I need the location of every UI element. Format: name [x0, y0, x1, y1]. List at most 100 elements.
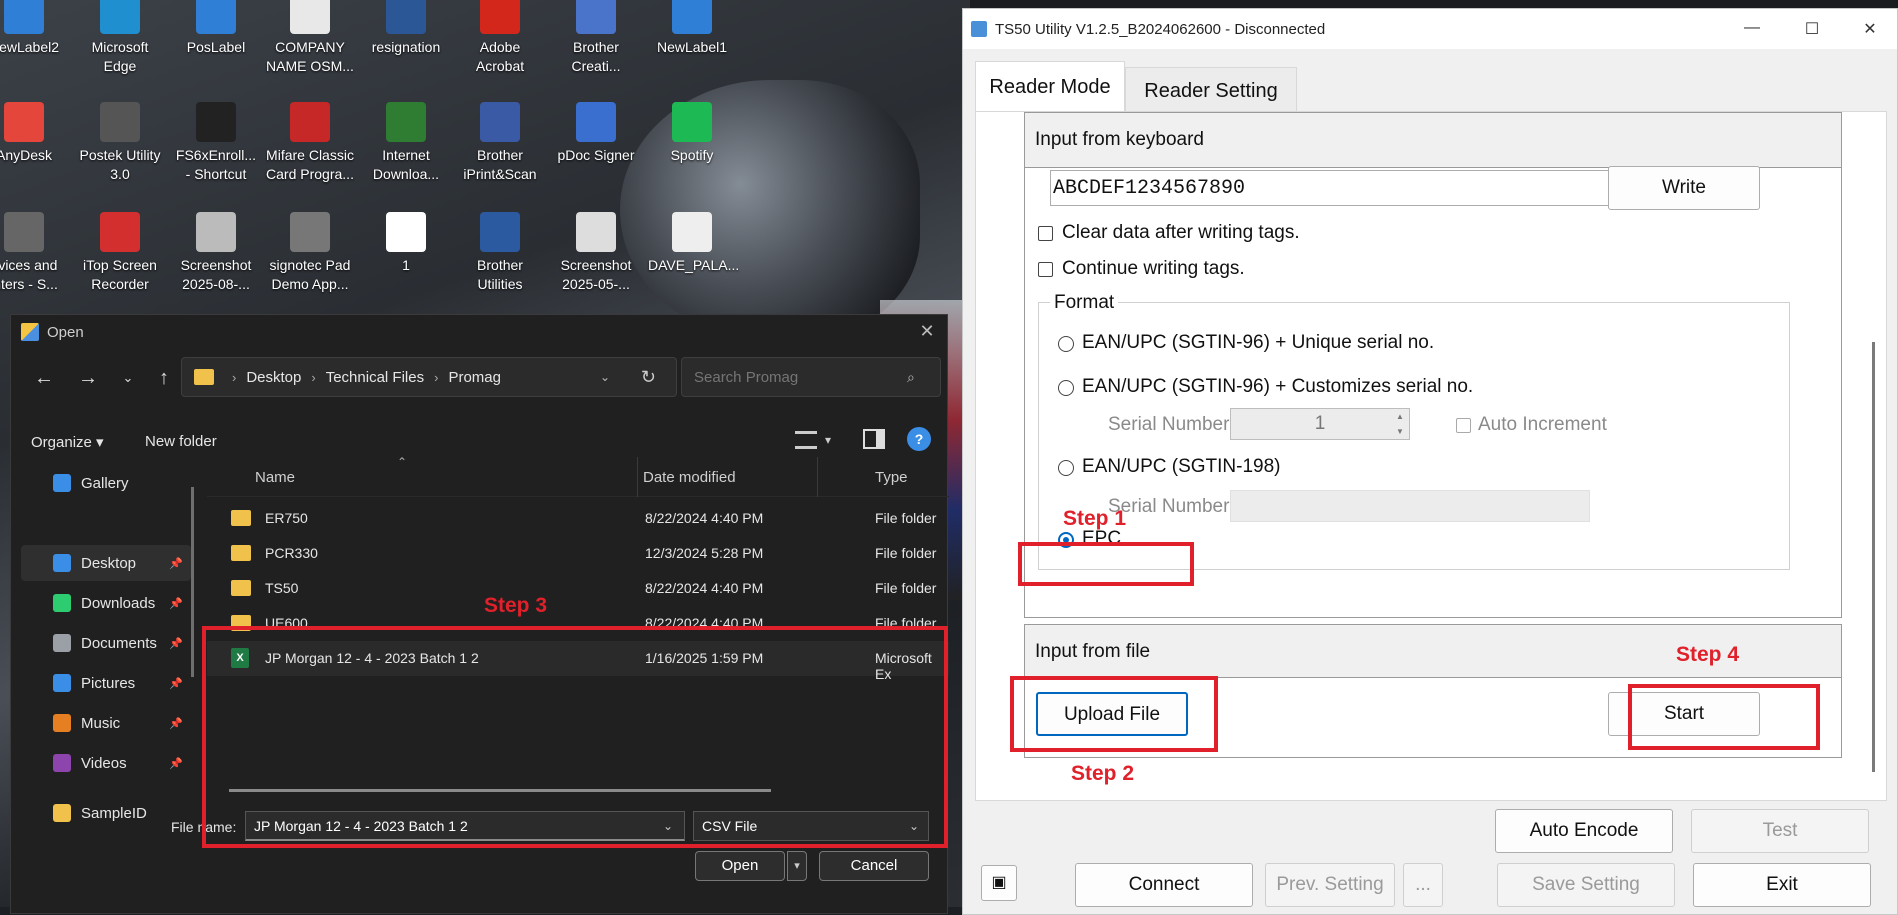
desktop-icon-item[interactable]: Spotify	[648, 102, 736, 165]
spinner-up-icon[interactable]: ▲	[1393, 410, 1407, 423]
column-type[interactable]: Type	[875, 469, 908, 486]
more-button[interactable]: ...	[1403, 863, 1443, 907]
test-button[interactable]: Test	[1691, 809, 1869, 853]
sidebar-item-documents[interactable]: Documents 📌	[21, 625, 191, 661]
breadcrumb-technical-files[interactable]: Technical Files	[326, 369, 424, 386]
sidebar-item-pictures[interactable]: Pictures 📌	[21, 665, 191, 701]
address-bar[interactable]: › Desktop › Technical Files › Promag ⌄ ↻	[181, 357, 677, 397]
help-icon[interactable]: ?	[907, 427, 931, 451]
desktop-icon-item[interactable]: Brother Creati...	[552, 0, 640, 76]
radio-sgtin96-custom[interactable]	[1058, 380, 1074, 396]
desktop-icon-item[interactable]: 1	[362, 212, 450, 275]
breadcrumb-promag[interactable]: Promag	[448, 369, 501, 386]
sidebar-item-videos[interactable]: Videos 📌	[21, 745, 191, 781]
settings-icon[interactable]: ▣	[981, 865, 1017, 901]
organize-menu[interactable]: Organize ▾	[31, 433, 104, 451]
desktop-icon-item[interactable]: Brother Utilities	[456, 212, 544, 294]
clear-data-checkbox[interactable]	[1038, 226, 1053, 241]
column-name[interactable]: Name	[255, 469, 295, 486]
format-option-1: EAN/UPC (SGTIN-96) + Unique serial no.	[1082, 332, 1435, 353]
save-setting-button[interactable]: Save Setting	[1497, 863, 1675, 907]
connect-button[interactable]: Connect	[1075, 863, 1253, 907]
desktop-icon-item[interactable]: pDoc Signer	[552, 102, 640, 165]
desktop-icon-item[interactable]: AnyDesk	[0, 102, 68, 165]
desktop-icon-label: Screenshot 2025-08-...	[180, 257, 252, 292]
desktop-icon-item[interactable]: Internet Downloa...	[362, 102, 450, 184]
close-icon[interactable]: ✕	[917, 321, 937, 341]
desktop-icon-item[interactable]: DAVE_PALA...	[648, 212, 739, 275]
open-button[interactable]: Open	[695, 851, 785, 881]
search-input[interactable]	[681, 357, 941, 397]
sidebar-item-desktop[interactable]: Desktop 📌	[21, 545, 191, 581]
view-chevron-icon[interactable]: ▾	[825, 433, 831, 447]
navigation-pane: Gallery Desktop 📌 Downloads 📌 Documents 📌 Pictu…	[11, 465, 191, 825]
desktop-icon-item[interactable]: Adobe Acrobat	[456, 0, 544, 76]
desktop-icon-item[interactable]: COMPANY NAME OSM...	[266, 0, 354, 76]
sidebar-item-downloads[interactable]: Downloads 📌	[21, 585, 191, 621]
view-options-icon[interactable]	[795, 431, 817, 449]
search-icon: ⌕	[907, 369, 915, 385]
desktop-icon-item[interactable]: Postek Utility 3.0	[76, 102, 164, 184]
close-icon[interactable]: ✕	[1855, 19, 1885, 39]
address-chevron-icon[interactable]: ⌄	[600, 370, 610, 384]
desktop-icon-item[interactable]: evices and inters - S...	[0, 212, 68, 294]
up-arrow-icon[interactable]: ↑	[151, 365, 177, 391]
toolbox-icon	[480, 212, 520, 252]
radio-sgtin198[interactable]	[1058, 460, 1074, 476]
sidebar-item-music[interactable]: Music 📌	[21, 705, 191, 741]
minimize-icon[interactable]: —	[1737, 19, 1767, 37]
tab-reader-setting[interactable]: Reader Setting	[1125, 67, 1297, 111]
spinner-down-icon[interactable]: ▼	[1393, 425, 1407, 438]
file-row[interactable]: PCR330 12/3/2024 5:28 PM File folder	[207, 536, 949, 571]
exit-button[interactable]: Exit	[1693, 863, 1871, 907]
continue-writing-label: Continue writing tags.	[1062, 258, 1245, 279]
sidebar-item-label: Documents	[81, 634, 157, 652]
sidebar-item-gallery[interactable]: Gallery	[21, 465, 191, 501]
new-folder-button[interactable]: New folder	[145, 433, 217, 450]
desktop-icon-item[interactable]: PosLabel	[172, 0, 260, 57]
panel-scrollbar[interactable]	[1872, 342, 1875, 772]
desktop-icon-item[interactable]: signotec Pad Demo App...	[266, 212, 354, 294]
desktop-icon-item[interactable]: Mifare Classic Card Progra...	[266, 102, 354, 184]
desktop-icon-item[interactable]: NewLabel1	[648, 0, 736, 57]
folder-icon	[231, 510, 251, 526]
music-icon	[53, 714, 71, 732]
pen-icon	[576, 102, 616, 142]
file-row[interactable]: ER750 8/22/2024 4:40 PM File folder	[207, 501, 949, 536]
desktop-icon-item[interactable]: FS6xEnroll... - Shortcut	[172, 102, 260, 184]
desktop-icon-item[interactable]: Screenshot 2025-05-...	[552, 212, 640, 294]
keyboard-data-input[interactable]	[1050, 170, 1630, 206]
tab-reader-mode[interactable]: Reader Mode	[975, 61, 1125, 111]
desktop-icon-item[interactable]: Screenshot 2025-08-...	[172, 212, 260, 294]
refresh-icon[interactable]: ↻	[641, 367, 656, 388]
auto-increment-checkbox[interactable]	[1456, 418, 1471, 433]
column-date-modified[interactable]: Date modified	[643, 469, 736, 486]
desktop-icon-label: Postek Utility 3.0	[79, 147, 161, 182]
back-arrow-icon[interactable]: ←	[31, 365, 57, 391]
continue-writing-checkbox[interactable]	[1038, 262, 1053, 277]
auto-encode-button[interactable]: Auto Encode	[1495, 809, 1673, 853]
radio-sgtin96-unique[interactable]	[1058, 336, 1074, 352]
desktop-icon-item[interactable]: Microsoft Edge	[76, 0, 164, 76]
forward-arrow-icon[interactable]: →	[75, 365, 101, 391]
desktop-icon-item[interactable]: NewLabel2	[0, 0, 68, 57]
sidebar-item-label: SampleID	[81, 804, 147, 822]
navigation-scrollbar[interactable]	[191, 487, 194, 677]
write-button[interactable]: Write	[1608, 166, 1760, 210]
desktop-icon-label: Brother Utilities	[477, 257, 523, 292]
prev-setting-button[interactable]: Prev. Setting	[1265, 863, 1395, 907]
serial-number-spinner[interactable]: 1 ▲ ▼	[1230, 408, 1410, 440]
recent-locations-chevron-icon[interactable]: ⌄	[115, 365, 141, 391]
open-dropdown-icon[interactable]: ▾	[787, 851, 807, 881]
breadcrumb-desktop[interactable]: Desktop	[246, 369, 301, 386]
sort-caret-icon: ⌃	[397, 457, 408, 469]
maximize-icon[interactable]: ☐	[1797, 19, 1827, 39]
desktop-icon-item[interactable]: iTop Screen Recorder	[76, 212, 164, 294]
desktop-icon-item[interactable]: Brother iPrint&Scan	[456, 102, 544, 184]
sidebar-item-sampleid[interactable]: SampleID	[21, 795, 191, 831]
preview-pane-icon[interactable]	[863, 429, 885, 449]
cancel-button[interactable]: Cancel	[819, 851, 929, 881]
desktop-icon-item[interactable]: resignation	[362, 0, 450, 57]
file-row[interactable]: TS50 8/22/2024 4:40 PM File folder	[207, 571, 949, 606]
desktop-icon-label: resignation	[371, 39, 441, 55]
